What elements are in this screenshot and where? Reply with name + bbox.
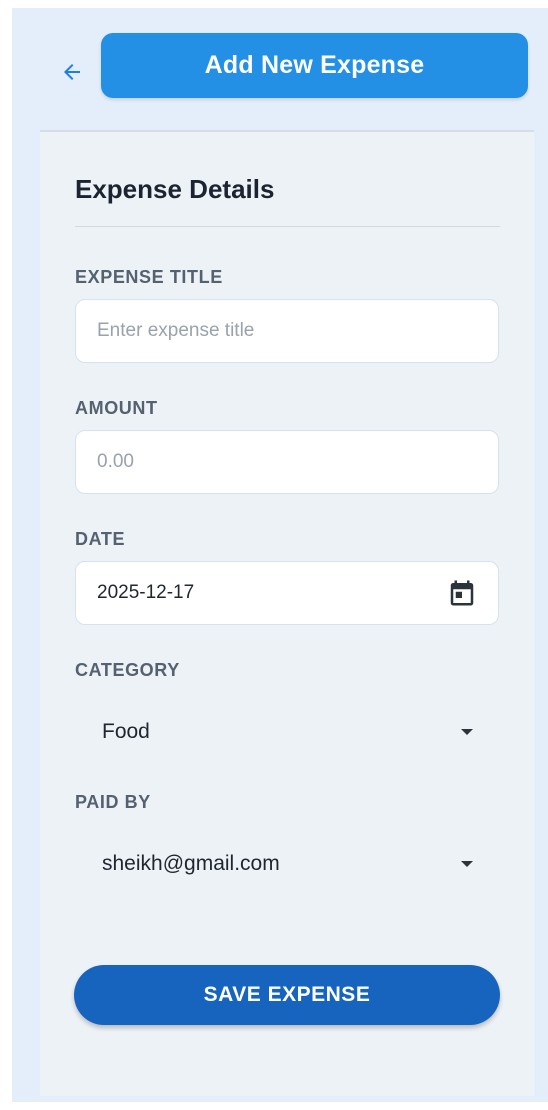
arrow-left-icon <box>64 64 80 80</box>
caret-down-icon <box>461 861 473 867</box>
app-frame: Add New Expense Expense Details EXPENSE … <box>12 8 548 1102</box>
calendar-icon[interactable] <box>447 578 477 608</box>
amount-label: AMOUNT <box>75 398 158 418</box>
expense-title-input[interactable] <box>75 299 499 363</box>
caret-down-icon <box>461 729 473 735</box>
paid-by-value: sheikh@gmail.com <box>102 852 280 875</box>
page-title: Add New Expense <box>204 51 425 79</box>
paid-by-label: PAID BY <box>75 792 151 812</box>
section-title: Expense Details <box>75 174 275 204</box>
date-label: DATE <box>75 529 126 549</box>
paid-by-select[interactable]: sheikh@gmail.com <box>75 836 499 892</box>
header-title-bar: Add New Expense <box>101 33 528 98</box>
date-field[interactable]: 2025-12-17 <box>75 561 499 625</box>
save-expense-label: SAVE EXPENSE <box>203 983 371 1006</box>
back-button[interactable] <box>48 48 96 96</box>
expense-title-label: EXPENSE TITLE <box>75 267 223 287</box>
date-value: 2025-12-17 <box>97 582 195 603</box>
save-expense-button[interactable]: SAVE EXPENSE <box>74 965 500 1025</box>
category-label: CATEGORY <box>75 660 180 680</box>
amount-input[interactable] <box>75 430 499 494</box>
section-divider <box>75 226 500 227</box>
category-select[interactable]: Food <box>75 704 499 760</box>
expense-form-card: Expense Details EXPENSE TITLE AMOUNT DAT… <box>40 130 534 1096</box>
category-value: Food <box>102 720 150 743</box>
